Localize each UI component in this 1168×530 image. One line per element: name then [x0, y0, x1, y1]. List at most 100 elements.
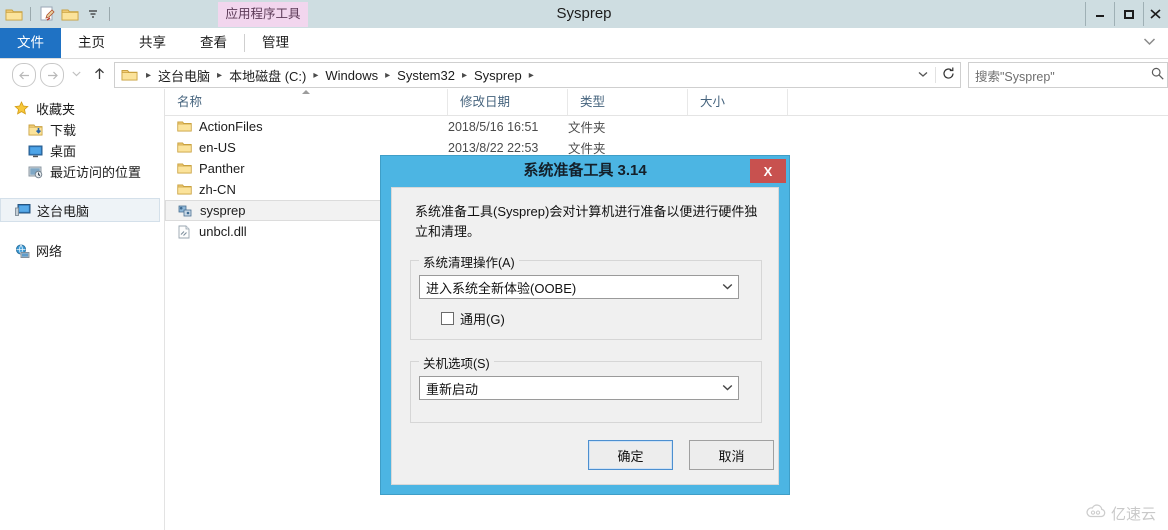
shutdown-option-value: 重新启动 — [426, 381, 479, 397]
qat-separator-2 — [109, 7, 110, 21]
sidebar-item-label: 网络 — [36, 244, 63, 259]
ribbon-tabs: 文件 主页 共享 查看 管理 — [0, 28, 306, 58]
column-headers: 名称 修改日期 类型 大小 — [165, 89, 1168, 116]
file-name: sysprep — [200, 203, 246, 218]
dialog-body: 系统准备工具(Sysprep)会对计算机进行准备以便进行硬件独立和清理。 系统清… — [391, 187, 779, 485]
tab-file[interactable]: 文件 — [0, 28, 61, 58]
maximize-button[interactable] — [1114, 2, 1143, 26]
chevron-down-icon[interactable] — [716, 382, 738, 394]
breadcrumb-bar[interactable]: ▸ 这台电脑 ▸ 本地磁盘 (C:) ▸ Windows ▸ System32 … — [114, 62, 961, 88]
column-label: 类型 — [580, 95, 606, 109]
sidebar-item-label: 收藏夹 — [36, 102, 76, 117]
generalize-checkbox[interactable] — [441, 312, 454, 325]
file-name: unbcl.dll — [199, 224, 247, 239]
chevron-down-icon[interactable] — [911, 70, 935, 81]
search-placeholder: 搜索"Sysprep" — [975, 69, 1055, 84]
file-name: ActionFiles — [199, 119, 263, 134]
column-header-date[interactable]: 修改日期 — [448, 89, 568, 115]
file-date: 2013/8/22 22:53 — [448, 140, 539, 155]
search-icon[interactable] — [1147, 67, 1167, 83]
tab-share[interactable]: 共享 — [122, 28, 183, 58]
column-header-type[interactable]: 类型 — [568, 89, 688, 115]
sidebar-item-label: 下载 — [50, 123, 77, 138]
shutdown-option-group: 关机选项(S) 重新启动 — [410, 353, 762, 423]
breadcrumb-separator: ▸ — [385, 69, 391, 81]
breadcrumb-item-1[interactable]: 本地磁盘 (C:) — [227, 66, 308, 85]
up-arrow-icon[interactable] — [90, 63, 108, 85]
column-label: 大小 — [700, 95, 726, 109]
cancel-button[interactable]: 取消 — [689, 440, 774, 470]
folder-icon — [177, 183, 199, 196]
chevron-down-icon[interactable] — [1143, 28, 1156, 58]
properties-icon[interactable] — [37, 4, 57, 24]
ribbon-tab-bar: 文件 主页 共享 查看 管理 — [0, 28, 1168, 59]
shutdown-group-label: 关机选项(S) — [419, 353, 494, 372]
generalize-checkbox-row[interactable]: 通用(G) — [441, 309, 505, 328]
tab-manage[interactable]: 管理 — [245, 28, 306, 58]
cleanup-action-select[interactable]: 进入系统全新体验(OOBE) — [419, 275, 739, 299]
breadcrumb-item-0[interactable]: 这台电脑 — [156, 66, 212, 85]
column-header-name[interactable]: 名称 — [165, 89, 448, 115]
sidebar-item-favorites[interactable]: 收藏夹 — [0, 98, 164, 119]
recent-places-icon — [28, 165, 50, 179]
watermark: 亿速云 — [1085, 503, 1156, 524]
star-icon — [14, 101, 36, 116]
computer-icon — [15, 203, 37, 217]
sysprep-dialog: 系统准备工具 3.14 X 系统准备工具(Sysprep)会对计算机进行准备以便… — [380, 155, 790, 495]
sidebar-item-recent-places[interactable]: 最近访问的位置 — [0, 161, 164, 182]
desktop-icon — [28, 144, 50, 158]
file-name-cell: en-US — [165, 140, 448, 155]
column-header-size[interactable]: 大小 — [688, 89, 788, 115]
file-date: 2018/5/16 16:51 — [448, 119, 539, 134]
sidebar-item-network[interactable]: 网络 — [0, 240, 164, 261]
breadcrumb-tail — [911, 67, 960, 83]
ok-button[interactable]: 确定 — [588, 440, 673, 470]
minimize-button[interactable] — [1085, 2, 1114, 26]
search-input[interactable]: 搜索"Sysprep" — [968, 62, 1168, 88]
sidebar-item-downloads[interactable]: 下载 — [0, 119, 164, 140]
sidebar-item-this-pc[interactable]: 这台电脑 — [0, 198, 160, 222]
sort-ascending-icon — [302, 90, 310, 94]
file-name: Panther — [199, 161, 245, 176]
file-type: 文件夹 — [568, 121, 606, 135]
breadcrumb-separator: ▸ — [146, 69, 152, 81]
network-icon — [14, 243, 36, 258]
breadcrumb-item-4[interactable]: Sysprep — [472, 68, 524, 83]
cloud-icon — [1085, 504, 1107, 523]
quick-access-toolbar — [4, 3, 113, 25]
customize-dropdown-icon[interactable] — [83, 4, 103, 24]
folder-icon — [119, 68, 141, 82]
folder-icon — [177, 141, 199, 154]
refresh-icon[interactable] — [935, 67, 960, 83]
window-controls — [1085, 2, 1168, 26]
back-arrow-icon[interactable] — [12, 63, 36, 87]
folder-icon[interactable] — [4, 4, 24, 24]
sidebar-item-label: 最近访问的位置 — [50, 165, 142, 180]
shutdown-option-select[interactable]: 重新启动 — [419, 376, 739, 400]
generalize-checkbox-label: 通用(G) — [460, 312, 505, 327]
tab-view[interactable]: 查看 — [183, 28, 244, 58]
sidebar-item-label: 这台电脑 — [37, 203, 90, 219]
contextual-tab-header: 应用程序工具 — [218, 2, 308, 27]
title-bar: Sysprep 应用程序工具 — [0, 0, 1168, 28]
breadcrumb-item-2[interactable]: Windows — [323, 68, 380, 83]
breadcrumb-item-3[interactable]: System32 — [395, 68, 457, 83]
sidebar-item-label: 桌面 — [50, 144, 77, 159]
history-dropdown-icon[interactable] — [68, 63, 84, 85]
window-title: Sysprep — [556, 5, 612, 22]
close-button[interactable] — [1143, 2, 1168, 26]
table-row[interactable]: ActionFiles 2018/5/16 16:51 文件夹 — [165, 116, 1168, 137]
application-icon — [178, 204, 200, 218]
navigation-pane: 收藏夹 下载 桌面 最近访问的位置 这台电脑 网络 — [0, 89, 165, 530]
file-explorer-window: Sysprep 应用程序工具 文件 主页 共享 查看 管理 ▸ 这台电脑 ▸ 本… — [0, 0, 1168, 530]
sidebar-item-desktop[interactable]: 桌面 — [0, 140, 164, 161]
cleanup-action-value: 进入系统全新体验(OOBE) — [426, 280, 577, 296]
forward-arrow-icon[interactable] — [40, 63, 64, 87]
cleanup-action-group: 系统清理操作(A) 进入系统全新体验(OOBE) 通用(G) — [410, 252, 762, 340]
new-folder-icon[interactable] — [60, 4, 80, 24]
column-label: 修改日期 — [460, 95, 511, 109]
folder-icon — [177, 162, 199, 175]
tab-home[interactable]: 主页 — [61, 28, 122, 58]
chevron-down-icon[interactable] — [716, 281, 738, 293]
dialog-close-button[interactable]: X — [750, 159, 786, 183]
